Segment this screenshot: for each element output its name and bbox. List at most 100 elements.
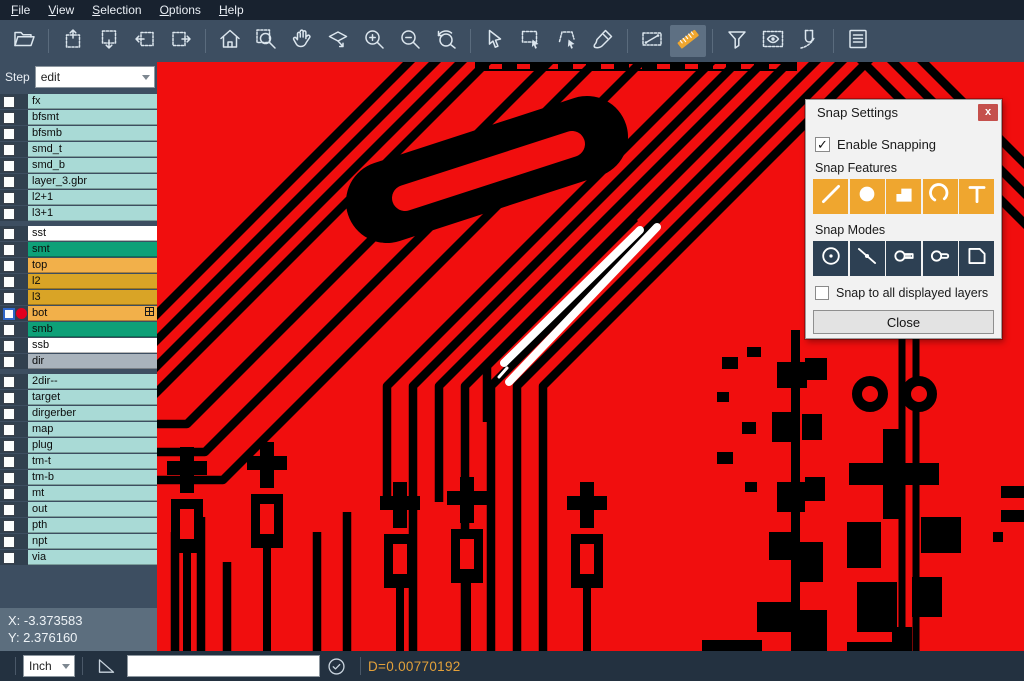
snap-mode-center-button[interactable] xyxy=(813,241,848,276)
layer-name-bar[interactable]: sst xyxy=(28,226,157,241)
layer-visibility-checkbox[interactable] xyxy=(3,424,15,436)
layer-name-bar[interactable]: l3+1 xyxy=(28,206,157,221)
layer-name-bar[interactable]: tm-t xyxy=(28,454,157,469)
snap-magnet-button[interactable] xyxy=(791,25,827,57)
pan-up-button[interactable] xyxy=(55,25,91,57)
layer-visibility-checkbox[interactable] xyxy=(3,260,15,272)
layer-name-bar[interactable]: bfsmt xyxy=(28,110,157,125)
layer-visibility-checkbox[interactable] xyxy=(3,376,15,388)
layer-visibility-checkbox[interactable] xyxy=(3,536,15,548)
layer-name-bar[interactable]: bfsmb xyxy=(28,126,157,141)
pan-down-button[interactable] xyxy=(91,25,127,57)
layer-visibility-checkbox[interactable] xyxy=(3,440,15,452)
layer-visibility-checkbox[interactable] xyxy=(3,176,15,188)
select-cursor-button[interactable] xyxy=(477,25,513,57)
snap-feature-text-button[interactable] xyxy=(959,179,994,214)
layer-name-bar[interactable]: tm-b xyxy=(28,470,157,485)
layer-visibility-checkbox[interactable] xyxy=(3,392,15,404)
layer-name-bar[interactable]: bot xyxy=(28,306,157,321)
snap-mode-pad-button[interactable] xyxy=(886,241,921,276)
menu-view[interactable]: View xyxy=(39,1,83,19)
layer-name-bar[interactable]: target xyxy=(28,390,157,405)
angle-measure-icon[interactable] xyxy=(96,656,117,677)
layer-name-bar[interactable]: layer_3.gbr xyxy=(28,174,157,189)
select-rect-button[interactable] xyxy=(513,25,549,57)
layer-visibility-checkbox[interactable] xyxy=(3,408,15,420)
pan-left-button[interactable] xyxy=(127,25,163,57)
layer-visibility-checkbox[interactable] xyxy=(3,340,15,352)
layer-visibility-checkbox[interactable] xyxy=(3,144,15,156)
home-view-button[interactable] xyxy=(212,25,248,57)
snap-feature-circle-button[interactable] xyxy=(850,179,885,214)
select-poly-button[interactable] xyxy=(549,25,585,57)
open-file-button[interactable] xyxy=(6,25,42,57)
command-input[interactable] xyxy=(127,655,320,677)
zoom-out-button[interactable] xyxy=(392,25,428,57)
layer-name-bar[interactable]: mt xyxy=(28,486,157,501)
snap-feature-surface-button[interactable] xyxy=(886,179,921,214)
menu-file[interactable]: File xyxy=(2,1,39,19)
layer-visibility-checkbox[interactable] xyxy=(3,552,15,564)
layer-name-bar[interactable]: out xyxy=(28,502,157,517)
layer-name-bar[interactable]: l3 xyxy=(28,290,157,305)
pan-drag-button[interactable] xyxy=(320,25,356,57)
layer-name-bar[interactable]: map xyxy=(28,422,157,437)
layer-name-bar[interactable]: 2dir-- xyxy=(28,374,157,389)
layer-visibility-checkbox[interactable] xyxy=(3,244,15,256)
close-icon[interactable]: x xyxy=(978,104,998,121)
layer-name-bar[interactable]: pth xyxy=(28,518,157,533)
measure-ruler-button[interactable] xyxy=(670,25,706,57)
layer-name-bar[interactable]: smd_b xyxy=(28,158,157,173)
layer-visibility-checkbox[interactable] xyxy=(3,308,15,320)
enable-snapping-checkbox[interactable]: ✓ xyxy=(815,137,830,152)
layer-visibility-checkbox[interactable] xyxy=(3,324,15,336)
layer-name-bar[interactable]: smt xyxy=(28,242,157,257)
snap-feature-arc-button[interactable] xyxy=(923,179,958,214)
snap-all-layers-checkbox[interactable] xyxy=(815,286,829,300)
dialog-title-bar[interactable]: Snap Settings x xyxy=(806,100,1001,125)
measure-line-button[interactable] xyxy=(634,25,670,57)
layer-name-bar[interactable]: l2 xyxy=(28,274,157,289)
layer-name-bar[interactable]: plug xyxy=(28,438,157,453)
menu-help[interactable]: Help xyxy=(210,1,253,19)
layer-visibility-checkbox[interactable] xyxy=(3,112,15,124)
layer-visibility-checkbox[interactable] xyxy=(3,488,15,500)
snap-feature-line-button[interactable] xyxy=(813,179,848,214)
report-form-button[interactable] xyxy=(840,25,876,57)
layer-name-bar[interactable]: fx xyxy=(28,94,157,109)
layer-visibility-checkbox[interactable] xyxy=(3,208,15,220)
layer-visibility-checkbox[interactable] xyxy=(3,520,15,532)
snap-mode-pad-outline-button[interactable] xyxy=(923,241,958,276)
step-select[interactable]: edit xyxy=(35,66,155,88)
pan-right-button[interactable] xyxy=(163,25,199,57)
layer-name-bar[interactable]: npt xyxy=(28,534,157,549)
layer-visibility-checkbox[interactable] xyxy=(3,504,15,516)
zoom-previous-button[interactable] xyxy=(428,25,464,57)
snap-mode-contour-button[interactable] xyxy=(959,241,994,276)
layer-visibility-checkbox[interactable] xyxy=(3,160,15,172)
layer-name-bar[interactable]: l2+1 xyxy=(28,190,157,205)
layer-visibility-checkbox[interactable] xyxy=(3,456,15,468)
layer-name-bar[interactable]: smd_t xyxy=(28,142,157,157)
highlight-brush-button[interactable] xyxy=(585,25,621,57)
layer-name-bar[interactable]: dirgerber xyxy=(28,406,157,421)
layer-name-bar[interactable]: ssb xyxy=(28,338,157,353)
zoom-window-button[interactable] xyxy=(248,25,284,57)
layer-visibility-checkbox[interactable] xyxy=(3,96,15,108)
layer-visibility-checkbox[interactable] xyxy=(3,292,15,304)
layer-visibility-checkbox[interactable] xyxy=(3,228,15,240)
layer-visibility-checkbox[interactable] xyxy=(3,192,15,204)
layer-name-bar[interactable]: dir xyxy=(28,354,157,369)
view-options-button[interactable] xyxy=(755,25,791,57)
layer-visibility-checkbox[interactable] xyxy=(3,356,15,368)
snap-mode-midpoint-button[interactable] xyxy=(850,241,885,276)
layer-visibility-checkbox[interactable] xyxy=(3,472,15,484)
close-button[interactable]: Close xyxy=(813,310,994,334)
zoom-in-button[interactable] xyxy=(356,25,392,57)
layer-visibility-checkbox[interactable] xyxy=(3,128,15,140)
apply-check-icon[interactable] xyxy=(326,656,347,677)
layer-name-bar[interactable]: top xyxy=(28,258,157,273)
menu-options[interactable]: Options xyxy=(151,1,210,19)
menu-selection[interactable]: Selection xyxy=(83,1,150,19)
filter-button[interactable] xyxy=(719,25,755,57)
